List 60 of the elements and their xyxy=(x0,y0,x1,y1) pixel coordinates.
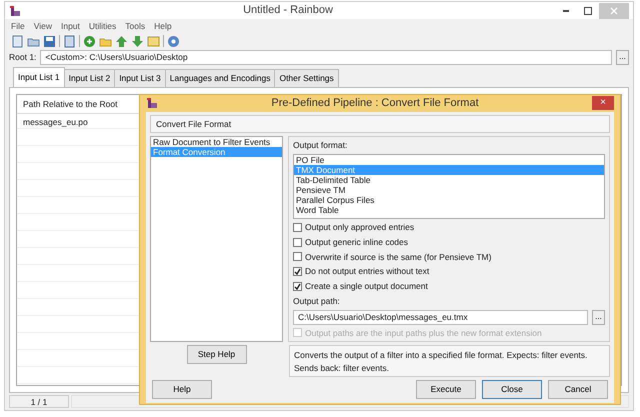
list-item[interactable]: Word Table xyxy=(294,205,604,215)
add-icon[interactable] xyxy=(83,34,96,48)
up-arrow-icon[interactable] xyxy=(115,34,128,48)
field-label: Output path: xyxy=(293,294,341,308)
tab[interactable]: Input List 2 xyxy=(64,68,116,86)
tab[interactable]: Input List 3 xyxy=(114,68,166,86)
step-list[interactable]: Raw Document to Filter Events Format Conversion xyxy=(150,136,283,342)
field-label: Output format: xyxy=(293,139,348,152)
checkbox-label: Overwrite if source is the same (for Pensieve TM) xyxy=(305,250,492,264)
browse-button[interactable]: ... xyxy=(592,310,605,324)
menu-item[interactable]: Input xyxy=(60,20,80,33)
tab[interactable]: Other Settings xyxy=(274,68,339,86)
app-logo-icon xyxy=(146,97,158,110)
browse-button[interactable]: ... xyxy=(616,50,629,65)
checkbox-label: Do not output entries without text xyxy=(305,265,430,278)
list-item[interactable]: Tab-Delimited Table xyxy=(294,175,604,185)
checkbox[interactable] xyxy=(293,252,302,262)
maximize-icon xyxy=(584,6,592,14)
section-header: Convert File Format xyxy=(150,114,610,134)
list-item[interactable]: Parallel Corpus Files xyxy=(294,195,604,205)
checkbox[interactable] xyxy=(293,267,302,276)
output-path-field[interactable]: C:\Users\Usuario\Desktop\messages_eu.tmx xyxy=(293,310,588,324)
checkbox-label: Output generic inline codes xyxy=(305,236,408,248)
dialog-button[interactable]: Execute xyxy=(416,380,476,399)
close-button[interactable]: × xyxy=(592,96,614,110)
minimize-icon xyxy=(563,10,569,12)
new-file-icon[interactable] xyxy=(11,34,24,48)
dialog-title: Pre-Defined Pipeline : Convert File Format xyxy=(270,96,480,111)
dialog-button[interactable]: Cancel xyxy=(548,380,608,399)
close-icon xyxy=(610,6,618,14)
menu-item[interactable]: File xyxy=(11,20,25,33)
checkbox[interactable] xyxy=(293,282,302,291)
menu-item[interactable]: Help xyxy=(154,20,172,33)
menu-item[interactable]: Tools xyxy=(125,20,146,33)
down-arrow-icon[interactable] xyxy=(131,34,144,48)
menu-item[interactable]: View xyxy=(34,20,52,33)
checkbox-label: Output paths are the input paths plus the new format extension xyxy=(305,326,542,340)
status-count: 1 / 1 xyxy=(9,395,69,408)
step-help-button[interactable]: Step Help xyxy=(186,345,246,364)
dialog-button[interactable]: Close xyxy=(482,380,542,399)
note-icon[interactable] xyxy=(147,34,160,48)
menu-item[interactable]: Utilities xyxy=(88,20,116,33)
tab[interactable]: Languages and Encodings xyxy=(164,68,276,86)
list-item[interactable]: Pensieve TM xyxy=(294,185,604,195)
root-label: Root 1: xyxy=(9,50,36,64)
list-item[interactable]: PO File xyxy=(294,155,604,165)
dialog-button[interactable]: Help xyxy=(152,380,212,399)
checkbox-label: Output only approved entries xyxy=(305,221,414,234)
app-logo-icon xyxy=(9,4,21,16)
checkbox[interactable] xyxy=(293,238,302,247)
root-path-field[interactable]: <Custom>: C:\Users\Usuario\Desktop xyxy=(40,50,612,65)
document-icon[interactable] xyxy=(63,34,76,48)
tab[interactable]: Input List 1 xyxy=(13,66,65,86)
format-list[interactable]: PO File TMX Document Tab-Delimited Table Pensieve TM Parallel Corpus Files Word Table xyxy=(293,154,605,219)
checkbox[interactable] xyxy=(293,222,302,232)
window-title: Untitled - Rainbow xyxy=(242,3,334,18)
description-text: Converts the output of a filter into a specified file format. Expects: filter events. Sends back: filter events. xyxy=(289,345,610,378)
checkbox-label: Create a single output document xyxy=(305,280,428,293)
list-item[interactable]: Raw Document to Filter Events xyxy=(151,137,282,148)
save-icon[interactable] xyxy=(43,34,56,48)
